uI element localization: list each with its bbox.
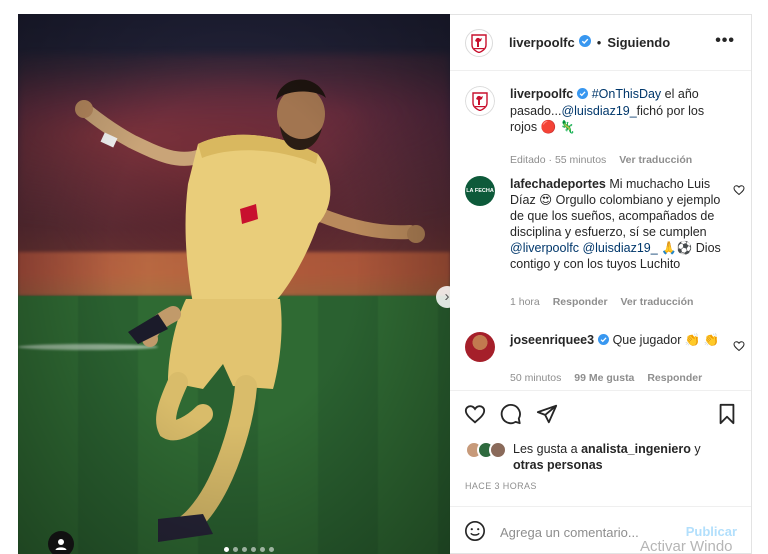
comment-avatar[interactable] <box>465 332 495 362</box>
windows-activation-watermark: Activar Windo <box>640 538 733 554</box>
comment-likes-count[interactable]: 99 Me gusta <box>574 372 634 384</box>
share-send-icon[interactable] <box>536 403 558 425</box>
like-heart-icon[interactable] <box>464 403 486 425</box>
comment-bubble-icon[interactable] <box>500 403 522 425</box>
caption-text: liverpoolfc #OnThisDay el año pasado...@… <box>510 86 725 135</box>
comment-text: lafechadeportes Mi muchacho Luis Díaz 😍 … <box>510 176 725 272</box>
comment-see-translation[interactable]: Ver traducción <box>620 296 693 308</box>
carousel-dot <box>269 547 274 552</box>
liker-avatar <box>489 441 507 459</box>
liverpool-crest-icon <box>472 92 488 111</box>
header-username[interactable]: liverpoolfc <box>509 35 575 50</box>
comment-avatar[interactable]: LA FECHA <box>465 176 495 206</box>
comment-meta: 50 minutos 99 Me gusta Responder <box>510 372 712 384</box>
emoji-icon[interactable] <box>464 520 486 542</box>
likes-middle: y <box>690 442 701 456</box>
liker-avatars[interactable] <box>465 441 511 459</box>
publish-comment-button[interactable]: Publicar <box>686 524 737 539</box>
verified-badge-icon <box>598 333 610 349</box>
carousel-indicator <box>224 547 274 552</box>
carousel-dot <box>233 547 238 552</box>
post-photo[interactable]: › <box>18 14 450 554</box>
verified-badge-icon <box>577 87 589 103</box>
likes-user-link[interactable]: analista_ingeniero <box>581 442 691 456</box>
carousel-dot <box>251 547 256 552</box>
comment-item: LA FECHA lafechadeportes Mi muchacho Lui… <box>465 176 745 316</box>
caption-mention[interactable]: @luisdiaz19_ <box>561 104 636 118</box>
user-tags-button[interactable] <box>48 531 74 554</box>
caption-see-translation[interactable]: Ver traducción <box>619 154 692 166</box>
photo-vignette <box>18 14 450 554</box>
likes-text: Les gusta a analista_ingeniero y otras p… <box>513 441 743 473</box>
caption-edited-time: Editado · 55 minutos <box>510 154 607 166</box>
post-header: liverpoolfc • Siguiendo ••• <box>450 15 751 71</box>
carousel-dot <box>242 547 247 552</box>
caption-username[interactable]: liverpoolfc <box>510 87 573 101</box>
save-bookmark-icon[interactable] <box>716 403 738 425</box>
comment-time: 1 hora <box>510 296 540 308</box>
comments-list[interactable]: liverpoolfc #OnThisDay el año pasado...@… <box>450 72 751 390</box>
comment-time: 50 minutos <box>510 372 562 384</box>
comment-reply-button[interactable]: Responder <box>647 372 702 384</box>
avatar-logo-text: LA FECHA <box>466 188 494 194</box>
comment-mention[interactable]: @luisdiaz19_ <box>582 241 657 255</box>
carousel-dot <box>260 547 265 552</box>
carousel-dot <box>224 547 229 552</box>
comment-text: joseenriquee3 Que jugador 👏 👏 <box>510 332 725 349</box>
liverpool-crest-icon <box>471 33 487 53</box>
verified-badge-icon <box>578 34 591 52</box>
comment-text-body: Que jugador 👏 👏 <box>612 333 720 347</box>
post-caption: liverpoolfc #OnThisDay el año pasado...@… <box>465 86 745 168</box>
comment-username[interactable]: lafechadeportes <box>510 177 606 191</box>
likes-prefix: Les gusta a <box>513 442 582 456</box>
like-comment-heart-icon[interactable] <box>733 340 745 352</box>
likes-others-link[interactable]: otras personas <box>513 458 603 472</box>
header-separator: • <box>596 35 602 50</box>
person-icon <box>55 539 67 550</box>
post-timestamp[interactable]: HACE 3 HORAS <box>465 481 537 491</box>
caption-meta: Editado · 55 minutos Ver traducción <box>510 154 702 166</box>
comment-username[interactable]: joseenriquee3 <box>510 333 594 347</box>
like-comment-heart-icon[interactable] <box>733 184 745 196</box>
caption-hashtag[interactable]: #OnThisDay <box>592 87 661 101</box>
post-side-panel: liverpoolfc • Siguiendo ••• liverpoolfc … <box>450 14 752 554</box>
comment-item: joseenriquee3 Que jugador 👏 👏 50 minutos… <box>465 332 745 390</box>
following-button[interactable]: Siguiendo <box>607 35 670 50</box>
comment-mention[interactable]: @liverpoolfc <box>510 241 579 255</box>
comment-reply-button[interactable]: Responder <box>553 296 608 308</box>
caption-avatar[interactable] <box>465 86 495 116</box>
comment-meta: 1 hora Responder Ver traducción <box>510 296 703 308</box>
more-options-icon[interactable]: ••• <box>715 32 735 50</box>
liverpoolfc-avatar[interactable] <box>465 28 493 57</box>
post-action-bar <box>450 390 751 436</box>
instagram-post-modal: › liverpoolfc • Siguiendo ••• liverpoolf… <box>0 0 768 554</box>
